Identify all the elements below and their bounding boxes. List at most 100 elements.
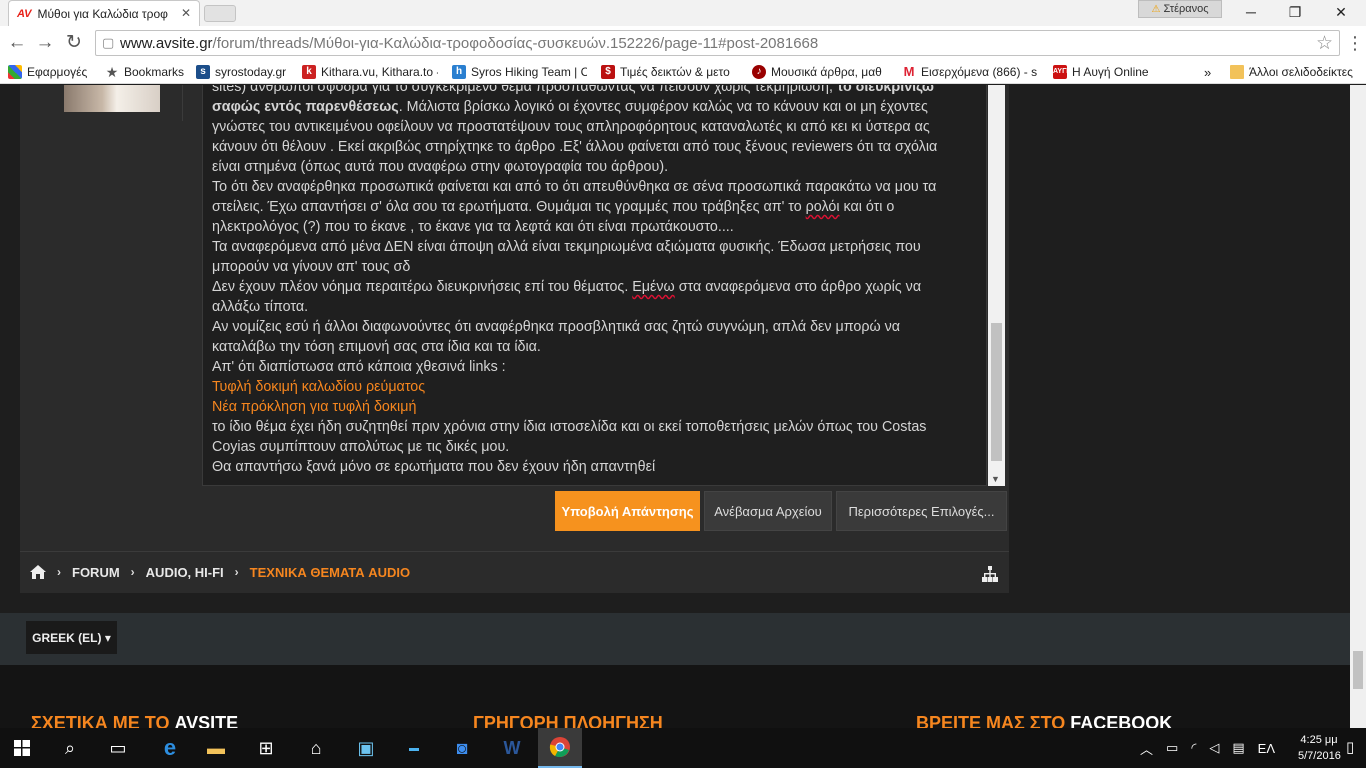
active-tab[interactable]: AV Μύθοι για Καλώδια τροφ ✕ [8,0,200,26]
text-run: το διευκρινίζω [836,85,934,95]
new-tab-button[interactable] [204,5,236,22]
editor-line: γνώστες του αντικειμένου οφείλουν να προ… [212,117,986,137]
page-scrollbar[interactable] [1350,85,1366,728]
bookmark-star-icon[interactable]: ☆ [1316,32,1333,55]
bookmarks-bar: Εφαρμογές ★ Bookmarks s syrostoday.gr k Kit… [0,60,1366,84]
word-icon[interactable]: W [490,728,534,768]
editor-line: το ίδιο θέμα έχει ήδη συζητηθεί πριν χρό… [212,417,986,437]
st-icon: s [196,65,210,79]
bookmark-avgi[interactable]: ΑΥΓΗ Η Αυγή Online [1053,63,1149,81]
wifi-icon[interactable]: ◜ [1191,740,1196,756]
input-language[interactable]: ΕΛ [1258,741,1275,756]
post-link[interactable]: Νέα πρόκληση για τυφλή δοκιμή [212,399,416,415]
bookmark-label: Kithara.vu, Kithara.to - [321,65,438,79]
editor-scroll-thumb[interactable] [991,323,1002,461]
edge-icon[interactable]: e [148,728,192,768]
bookmark-apps[interactable]: Εφαρμογές [8,63,87,81]
index-icon: $ [601,65,615,79]
task-view-icon[interactable]: ▭ [96,728,140,768]
breadcrumb-current[interactable]: ΤΕΧΝΙΚΑ ΘΕΜΑΤΑ AUDIO [250,565,410,580]
battery-icon[interactable]: ▭ [1166,740,1178,756]
address-bar[interactable]: ▢ www.avsite.gr/forum/threads/Μύθοι-για-… [95,30,1340,56]
file-explorer-icon[interactable]: ▬ [194,728,238,768]
reply-panel: sites) άνθρωποι σφόδρα για το συγκεκριμέ… [20,85,1009,593]
profile-button[interactable]: ⚠ Στέρανος [1138,0,1222,18]
scroll-down-icon[interactable]: ▼ [991,474,1000,484]
editor-line: sites) άνθρωποι σφόδρα για το συγκεκριμέ… [212,85,986,97]
close-tab-icon[interactable]: ✕ [181,6,191,20]
editor-line: καταλάβω την τόση επιμονή σας στα ίδια κ… [212,337,986,357]
avgi-icon: ΑΥΓΗ [1053,65,1071,79]
editor-line: σαφώς εντός παρενθέσεως. Μάλιστα βρίσκω … [212,97,986,117]
app-icon[interactable]: ◙ [440,728,484,768]
text-run: Τα αναφερόμενα από μένα ΔΕΝ είναι άποψη … [212,239,921,255]
bookmark-gmail[interactable]: M Εισερχόμενα (866) - s [902,63,1038,81]
maximize-button[interactable]: ❐ [1280,2,1310,22]
language-selector[interactable]: GREEK (EL) ▾ [26,621,117,654]
avatar[interactable] [64,85,160,112]
page-info-icon[interactable]: ▢ [102,35,114,51]
text-run: καταλάβω την τόση επιμονή σας στα ίδια κ… [212,339,541,355]
other-bookmarks-folder[interactable]: Άλλοι σελιδοδείκτες [1230,63,1353,81]
minimize-button[interactable]: ─ [1236,2,1266,22]
more-options-button[interactable]: Περισσότερες Επιλογές... [836,491,1007,531]
breadcrumb-audio-hifi[interactable]: AUDIO, HI-FI [146,565,224,580]
bookmark-syrostoday[interactable]: s syrostoday.gr [196,63,286,81]
clock-date: 5/7/2016 [1298,750,1341,762]
editor-line: Νέα πρόκληση για τυφλή δοκιμή [212,397,986,417]
volume-icon[interactable]: ◁ [1209,740,1219,756]
text-run: ρολόι [805,199,840,215]
back-button[interactable]: ← [5,31,29,55]
editor-line: αλλάξω τίποτα. [212,297,986,317]
home-app-icon[interactable]: ⌂ [294,728,338,768]
upload-file-button[interactable]: Ανέβασμα Αρχείου [704,491,832,531]
bookmark-bookmarks[interactable]: ★ Bookmarks [105,63,184,81]
apps-icon [8,65,22,79]
bookmark-label: Εισερχόμενα (866) - s [921,65,1038,79]
lenovo-icon[interactable]: ▬ [392,728,436,768]
text-run: το ίδιο θέμα έχει ήδη συζητηθεί πριν χρό… [212,419,927,435]
windows-icon [14,740,30,756]
text-run: είναι στημένα (όπως αυτά που αναφέρω στη… [212,159,669,175]
bookmark-kithara[interactable]: k Kithara.vu, Kithara.to - [302,63,438,81]
notifications-icon[interactable]: ▯ [1346,738,1354,756]
chrome-icon[interactable] [538,728,582,768]
search-icon[interactable]: ⌕ [48,728,92,768]
bookmark-label: Εφαρμογές [27,65,88,79]
store-icon[interactable]: ⊞ [244,728,288,768]
chevron-right-icon: › [130,565,135,579]
editor-line: Απ' ότι διαπίστωσα από κάποια χθεσινά li… [212,357,986,377]
bookmark-market-index[interactable]: $ Τιμές δεικτών & μετο [601,63,737,81]
forward-button[interactable]: → [33,31,57,55]
editor-scrollbar[interactable]: ▼ [988,85,1005,486]
show-hidden-icons-icon[interactable]: ︿ [1140,739,1153,758]
start-button[interactable] [0,728,44,768]
bookmarks-overflow-button[interactable]: » [1204,63,1211,81]
system-tray: ︿ ▭ ◜ ◁ ▤ ΕΛ [1140,728,1275,768]
page-scroll-thumb[interactable] [1353,651,1363,689]
reply-editor[interactable]: sites) άνθρωποι σφόδρα για το συγκεκριμέ… [202,85,987,486]
chrome-logo [549,737,570,758]
editor-line: στείλεις. Έχω απαντήσει σ' όλα σου τα ερ… [212,197,986,217]
home-icon[interactable] [30,565,46,579]
breadcrumb-forum[interactable]: FORUM [72,565,120,580]
bookmark-music-articles[interactable]: ♪ Μουσικά άρθρα, μαθ [752,63,888,81]
bookmark-syros-hiking[interactable]: h Syros Hiking Team | C [452,63,587,81]
chrome-menu-icon[interactable]: ⋮ [1346,33,1364,53]
text-run: Εμένω [632,279,675,295]
text-run: σαφώς εντός παρενθέσεως [212,99,399,115]
submit-reply-button[interactable]: Υποβολή Απάντησης [555,491,700,531]
reload-button[interactable]: ↻ [62,31,86,55]
action-center-msg-icon[interactable]: ▤ [1232,740,1244,756]
close-window-button[interactable]: ✕ [1326,2,1356,22]
text-run: και ότι ο [839,199,895,215]
tab-strip: AV Μύθοι για Καλώδια τροφ ✕ ⚠ Στέρανος ─… [0,0,1366,26]
post-link[interactable]: Τυφλή δοκιμή καλωδίου ρεύματος [212,379,425,395]
text-run: κάνουν ότι θέλουν . Εκεί ακριβώς στηρίχτ… [212,139,938,155]
editor-line: Τα αναφερόμενα από μένα ΔΕΝ είναι άποψη … [212,237,986,257]
photos-icon[interactable]: ▣ [344,728,388,768]
bookmark-label: Syros Hiking Team | C [471,65,587,79]
sitemap-icon[interactable] [982,566,998,582]
kithara-icon: k [302,65,316,79]
clock[interactable]: 4:25 μμ 5/7/2016 [1298,732,1341,764]
